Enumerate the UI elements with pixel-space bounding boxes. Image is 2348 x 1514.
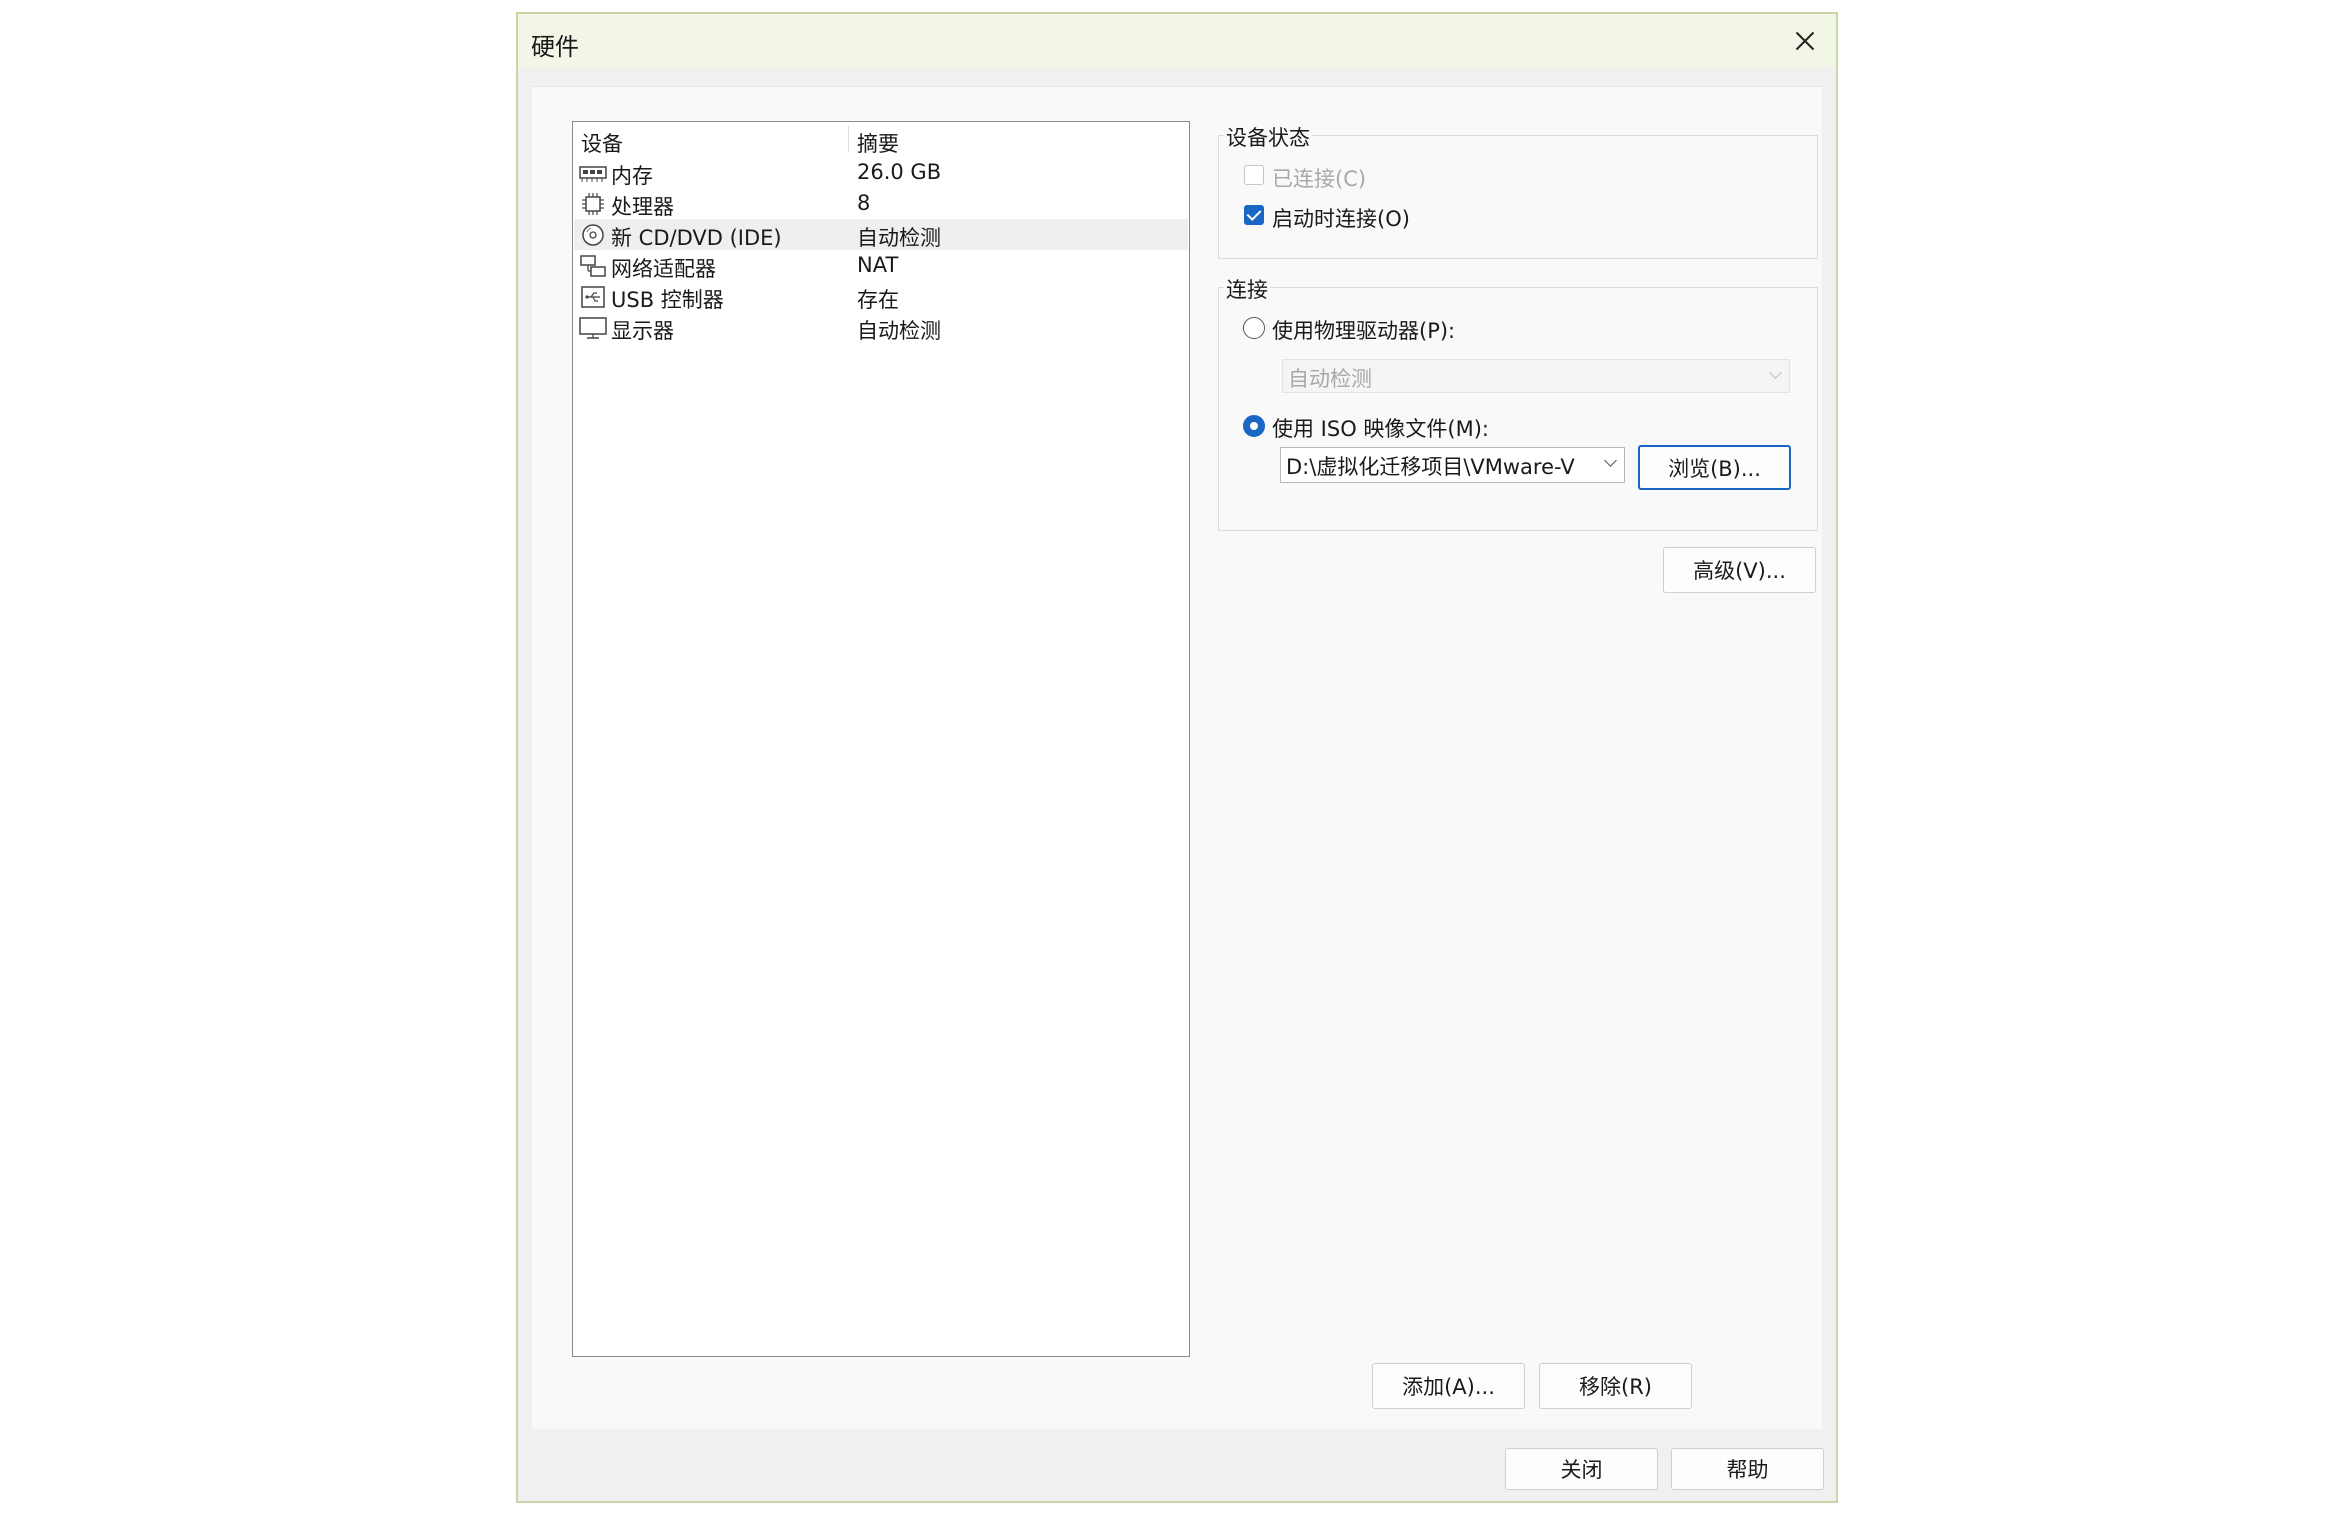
device-row-memory[interactable]: 内存 26.0 GB [574,157,1188,188]
device-name: 处理器 [611,195,674,219]
connected-label[interactable]: 已连接(C) [1272,163,1366,193]
list-header: 设备 摘要 [573,122,1189,156]
advanced-button[interactable]: 高级(V)... [1663,547,1816,593]
title-bar[interactable]: 硬件 [518,14,1836,68]
device-summary: 8 [857,191,871,215]
iso-image-label[interactable]: 使用 ISO 映像文件(M): [1272,413,1489,443]
device-summary: 26.0 GB [857,160,942,184]
device-row-display[interactable]: 显示器 自动检测 [574,312,1188,343]
device-status-label: 设备状态 [1224,122,1312,152]
close-icon[interactable] [1786,22,1824,60]
device-summary: 自动检测 [857,319,941,343]
iso-path-combobox[interactable]: D:\虚拟化迁移项目\VMware-V [1280,447,1625,483]
add-button[interactable]: 添加(A)... [1372,1363,1525,1409]
dialog-title: 硬件 [531,33,579,61]
device-status-group [1218,135,1818,259]
device-row-network-adapter[interactable]: 网络适配器 NAT [574,250,1188,281]
connected-checkbox[interactable] [1244,165,1264,185]
device-summary: 存在 [857,288,899,312]
iso-path-value: D:\虚拟化迁移项目\VMware-V [1286,455,1575,479]
browse-button[interactable]: 浏览(B)... [1638,445,1791,490]
connect-on-start-label[interactable]: 启动时连接(O) [1272,203,1410,233]
device-list[interactable]: 设备 摘要 内存 26.0 GB 处理器 8 新 CD/DVD (IDE) 自动… [572,121,1190,1357]
usb-icon [581,286,605,308]
device-name: 网络适配器 [611,257,716,281]
column-separator[interactable] [848,126,849,152]
device-row-cd-dvd[interactable]: 新 CD/DVD (IDE) 自动检测 [574,219,1188,250]
device-row-processor[interactable]: 处理器 8 [574,188,1188,219]
column-header-summary[interactable]: 摘要 [857,128,899,158]
physical-drive-label[interactable]: 使用物理驱动器(P): [1272,315,1455,345]
memory-icon [579,166,607,182]
connection-label: 连接 [1224,274,1270,304]
physical-drive-radio[interactable] [1243,317,1265,339]
device-row-usb-controller[interactable]: USB 控制器 存在 [574,281,1188,312]
iso-image-radio[interactable] [1243,415,1265,437]
remove-button[interactable]: 移除(R) [1539,1363,1692,1409]
cd-dvd-icon [582,224,604,246]
chevron-down-icon [1604,454,1617,467]
content-panel: 设备 摘要 内存 26.0 GB 处理器 8 新 CD/DVD (IDE) 自动… [532,86,1822,1429]
device-name: 内存 [611,164,653,188]
network-adapter-icon [580,255,606,277]
column-header-device[interactable]: 设备 [581,128,623,158]
device-name: 新 CD/DVD (IDE) [611,226,782,250]
close-button[interactable]: 关闭 [1505,1448,1658,1490]
processor-icon [582,193,604,215]
device-summary: NAT [857,253,899,277]
chevron-down-icon [1769,366,1782,379]
physical-drive-select[interactable]: 自动检测 [1282,359,1790,393]
physical-drive-value: 自动检测 [1288,367,1372,391]
device-name: 显示器 [611,319,674,343]
device-summary: 自动检测 [857,226,941,250]
display-icon [579,317,607,339]
device-name: USB 控制器 [611,288,724,312]
help-button[interactable]: 帮助 [1671,1448,1824,1490]
hardware-dialog: 硬件 设备 摘要 内存 26.0 GB 处理器 8 新 CD/DVD (IDE)… [516,12,1838,1503]
connect-on-start-checkbox[interactable] [1244,205,1264,225]
